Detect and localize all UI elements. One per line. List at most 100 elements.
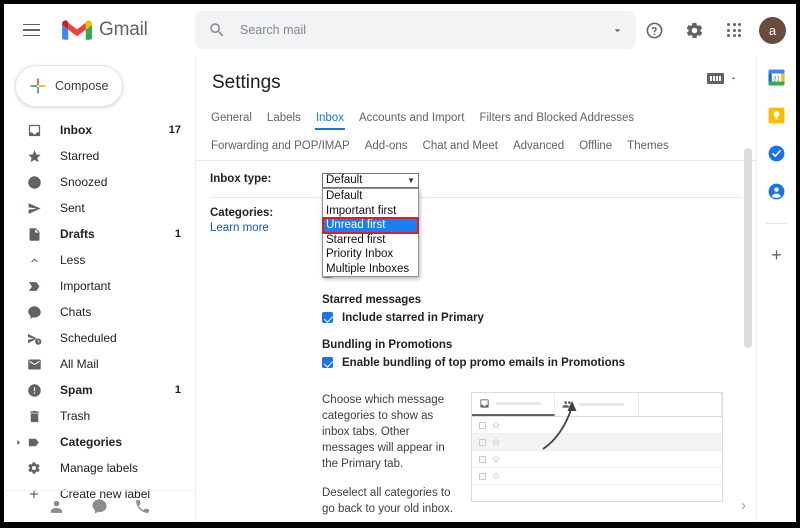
contacts-person-icon[interactable]	[48, 498, 65, 515]
gear-icon	[25, 459, 43, 477]
tab-offline[interactable]: Offline	[578, 136, 613, 158]
inbox-icon	[480, 399, 489, 408]
checkbox-icon	[479, 421, 486, 429]
mail-stack-icon	[25, 355, 43, 373]
sidebar-item-label: Chats	[60, 305, 92, 319]
sidebar-item-manage-labels[interactable]: Manage labels	[4, 455, 195, 481]
sidebar-item-inbox[interactable]: Inbox 17	[4, 117, 195, 143]
google-contacts-icon[interactable]	[767, 182, 786, 201]
option-default[interactable]: Default	[323, 189, 418, 204]
phone-icon[interactable]	[134, 498, 151, 515]
sidebar-item-drafts[interactable]: Drafts 1	[4, 221, 195, 247]
tab-forwarding-and-pop-imap[interactable]: Forwarding and POP/IMAP	[210, 136, 351, 158]
chat-bubble-icon[interactable]	[91, 498, 108, 515]
tab-general[interactable]: General	[210, 108, 253, 130]
compose-plus-icon	[30, 78, 46, 94]
rail-divider	[766, 223, 787, 224]
checkbox-enable-bundling[interactable]	[322, 357, 333, 368]
sidebar-item-count: 1	[174, 228, 181, 240]
illustration-tab-primary	[472, 393, 556, 416]
sidebar-item-label: Scheduled	[60, 331, 117, 345]
content-scrollbar[interactable]	[744, 148, 752, 348]
next-page-chevron-icon[interactable]: ›	[741, 497, 746, 514]
illustration-tab-row	[472, 393, 722, 417]
tab-inbox[interactable]: Inbox	[314, 108, 345, 130]
compose-label: Compose	[55, 79, 109, 93]
hamburger-menu-icon[interactable]	[12, 11, 50, 49]
sidebar-item-sent[interactable]: Sent	[4, 195, 195, 221]
star-icon	[492, 472, 500, 480]
tab-add-ons[interactable]: Add-ons	[364, 136, 409, 158]
search-options-chevron-down-icon[interactable]	[611, 24, 624, 37]
chevron-right-icon[interactable]	[12, 438, 25, 447]
illustration-row	[472, 434, 722, 451]
bundling-enable-row[interactable]: Enable bundling of top promo emails in P…	[322, 355, 742, 370]
apps-grid-icon[interactable]	[717, 13, 751, 47]
gmail-wordmark-label: Gmail	[99, 19, 148, 40]
categories-row: Categories: Learn more Forums	[210, 207, 742, 280]
bundling-option-label: Enable bundling of top promo emails in P…	[342, 356, 626, 369]
sidebar-item-all-mail[interactable]: All Mail	[4, 351, 195, 377]
compose-button[interactable]: Compose	[15, 65, 123, 107]
categories-help-block: Choose which message categories to show …	[210, 392, 742, 517]
settings-main-pane: Settings General Labels Inbox Accounts a…	[196, 56, 756, 522]
chat-icon	[25, 303, 43, 321]
gear-icon[interactable]	[677, 13, 711, 47]
illustration-tab-social	[555, 393, 639, 416]
checkbox-include-starred-in-primary[interactable]	[322, 312, 333, 323]
sidebar-item-spam[interactable]: Spam 1	[4, 377, 195, 403]
sidebar-item-scheduled[interactable]: Scheduled	[4, 325, 195, 351]
sidebar-item-label: Manage labels	[60, 461, 139, 475]
illustration-tab-label-bar	[496, 402, 541, 405]
option-unread-first[interactable]: Unread first	[322, 217, 419, 234]
inbox-type-select[interactable]: Default ▼	[322, 173, 419, 188]
inbox-type-select-stack: Default ▼ Default Important first Unread…	[322, 173, 419, 277]
tab-themes[interactable]: Themes	[626, 136, 670, 158]
starred-option-label: Include starred in Primary	[342, 311, 484, 324]
option-multiple-inboxes[interactable]: Multiple Inboxes	[323, 262, 418, 277]
sidebar-item-snoozed[interactable]: Snoozed	[4, 169, 195, 195]
google-tasks-icon[interactable]	[767, 144, 786, 163]
starred-include-primary-row[interactable]: Include starred in Primary	[322, 310, 742, 325]
google-keep-icon[interactable]	[767, 106, 786, 125]
chevron-down-icon	[731, 77, 736, 80]
sidebar-item-label: Important	[60, 279, 111, 293]
sidebar-item-label: Less	[60, 253, 86, 267]
gmail-logo[interactable]: Gmail	[62, 19, 148, 42]
add-side-panel-app-button[interactable]: +	[771, 246, 782, 264]
sidebar-item-count: 1	[174, 384, 181, 396]
social-people-icon	[562, 401, 573, 408]
sidebar-item-label: Inbox	[60, 123, 92, 137]
sidebar-item-starred[interactable]: Starred	[4, 143, 195, 169]
help-icon[interactable]	[637, 13, 671, 47]
gmail-mark-icon	[62, 19, 92, 40]
apps-grid-dots	[726, 22, 742, 38]
learn-more-link[interactable]: Learn more	[210, 222, 322, 234]
search-input[interactable]	[240, 23, 611, 37]
sidebar-item-label: Trash	[60, 409, 91, 423]
inbox-icon	[25, 121, 43, 139]
option-priority-inbox[interactable]: Priority Inbox	[323, 247, 418, 262]
tab-advanced[interactable]: Advanced	[512, 136, 565, 158]
tab-filters-and-blocked-addresses[interactable]: Filters and Blocked Addresses	[478, 108, 635, 130]
top-bar-icon-group: a	[637, 4, 786, 56]
sidebar-item-count: 17	[168, 124, 181, 136]
display-density-control[interactable]	[707, 73, 738, 84]
tab-accounts-and-import[interactable]: Accounts and Import	[358, 108, 465, 130]
inbox-type-option-list: Default Important first Unread first Sta…	[322, 188, 419, 277]
sidebar-item-chats[interactable]: Chats	[4, 299, 195, 325]
avatar[interactable]: a	[759, 16, 786, 44]
option-important-first[interactable]: Important first	[323, 204, 418, 219]
google-calendar-icon[interactable]: 31	[767, 68, 786, 87]
sidebar-item-label: Categories	[60, 435, 123, 449]
trash-icon	[25, 407, 43, 425]
sidebar-item-less[interactable]: Less	[4, 247, 195, 273]
search-bar[interactable]	[195, 11, 636, 49]
sidebar-item-categories[interactable]: Categories	[4, 429, 195, 455]
tab-labels[interactable]: Labels	[266, 108, 302, 130]
tab-chat-and-meet[interactable]: Chat and Meet	[422, 136, 499, 158]
sidebar-item-trash[interactable]: Trash	[4, 403, 195, 429]
checkbox-icon	[479, 472, 486, 480]
option-starred-first[interactable]: Starred first	[323, 233, 418, 248]
sidebar-item-important[interactable]: Important	[4, 273, 195, 299]
